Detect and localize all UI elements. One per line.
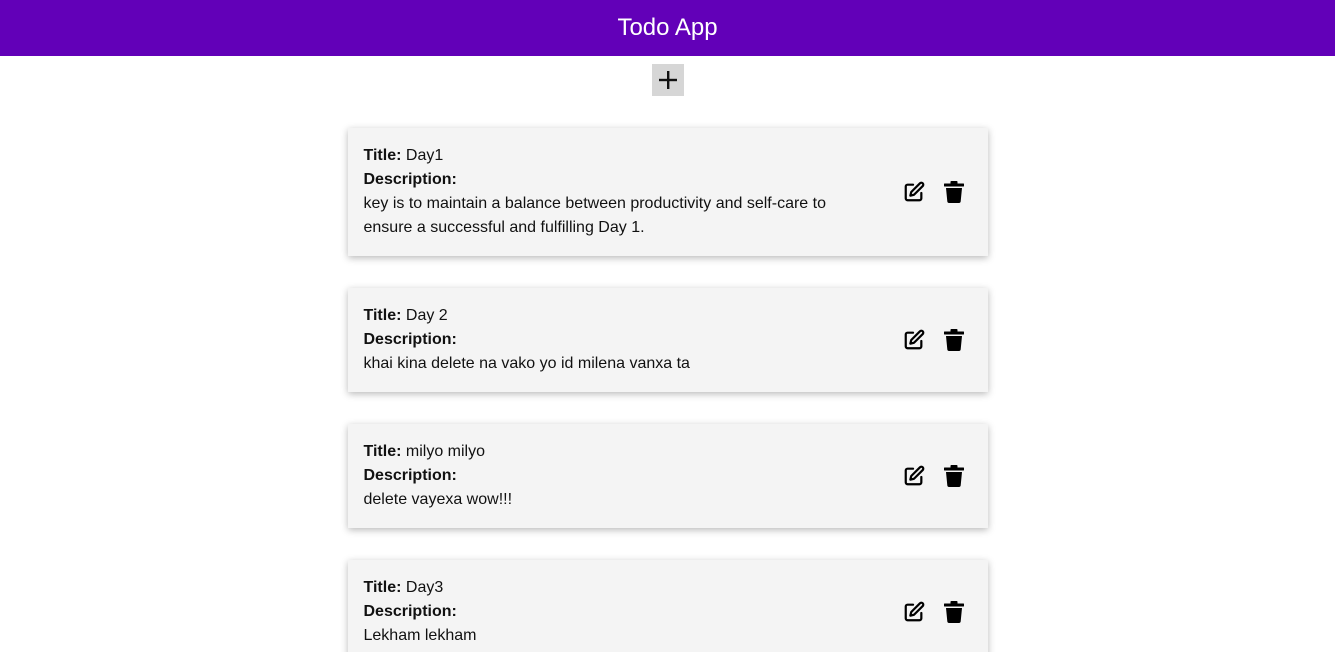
todo-content: Title: Day1 Description: key is to maint… bbox=[364, 144, 902, 240]
todo-description: key is to maintain a balance between pro… bbox=[363, 195, 826, 236]
edit-icon bbox=[904, 181, 924, 202]
todo-description: khai kina delete na vako yo id milena va… bbox=[363, 355, 690, 372]
add-todo-bar bbox=[0, 56, 1335, 96]
todo-title: Day3 bbox=[405, 579, 444, 596]
todo-list: Title: Day1 Description: key is to maint… bbox=[347, 128, 988, 652]
todo-card: Title: Day3 Description: Lekham lekham bbox=[347, 560, 988, 652]
todo-card: Title: Day1 Description: key is to maint… bbox=[347, 128, 988, 256]
edit-icon bbox=[904, 465, 924, 486]
description-label: Description: bbox=[363, 603, 457, 620]
trash-icon bbox=[943, 465, 964, 487]
delete-button[interactable] bbox=[942, 180, 966, 204]
todo-card: Title: Day 2 Description: khai kina dele… bbox=[347, 288, 988, 392]
todo-actions bbox=[902, 600, 972, 624]
todo-title: Day 2 bbox=[405, 307, 448, 324]
todo-title-line: Title: Day3 bbox=[364, 576, 842, 600]
app-header: Todo App bbox=[0, 0, 1335, 56]
edit-button[interactable] bbox=[902, 464, 926, 488]
plus-icon bbox=[658, 71, 677, 89]
todo-content: Title: milyo milyo Description: delete v… bbox=[364, 440, 902, 512]
todo-content: Title: Day 2 Description: khai kina dele… bbox=[364, 304, 902, 376]
edit-button[interactable] bbox=[902, 600, 926, 624]
trash-icon bbox=[943, 329, 964, 351]
todo-title: milyo milyo bbox=[405, 443, 486, 460]
edit-icon bbox=[904, 329, 924, 350]
description-label: Description: bbox=[363, 331, 457, 348]
todo-actions bbox=[902, 464, 972, 488]
delete-button[interactable] bbox=[942, 328, 966, 352]
todo-actions bbox=[902, 328, 972, 352]
delete-button[interactable] bbox=[942, 600, 966, 624]
trash-icon bbox=[943, 601, 964, 623]
todo-content: Title: Day3 Description: Lekham lekham bbox=[364, 576, 902, 648]
todo-title-line: Title: Day1 bbox=[364, 144, 842, 168]
edit-button[interactable] bbox=[902, 328, 926, 352]
todo-actions bbox=[902, 180, 972, 204]
description-label: Description: bbox=[363, 467, 457, 484]
todo-title: Day1 bbox=[405, 147, 444, 164]
title-label: Title: bbox=[363, 147, 402, 164]
trash-icon bbox=[943, 181, 964, 203]
add-todo-button[interactable] bbox=[651, 64, 684, 96]
todo-description: delete vayexa wow!!! bbox=[363, 491, 513, 508]
delete-button[interactable] bbox=[942, 464, 966, 488]
edit-icon bbox=[904, 601, 924, 622]
app-title: Todo App bbox=[617, 14, 718, 41]
todo-title-line: Title: milyo milyo bbox=[364, 440, 842, 464]
title-label: Title: bbox=[363, 307, 402, 324]
edit-button[interactable] bbox=[902, 180, 926, 204]
description-label: Description: bbox=[363, 171, 457, 188]
title-label: Title: bbox=[363, 443, 402, 460]
todo-card: Title: milyo milyo Description: delete v… bbox=[347, 424, 988, 528]
todo-description: Lekham lekham bbox=[363, 627, 477, 644]
title-label: Title: bbox=[363, 579, 402, 596]
todo-title-line: Title: Day 2 bbox=[364, 304, 842, 328]
